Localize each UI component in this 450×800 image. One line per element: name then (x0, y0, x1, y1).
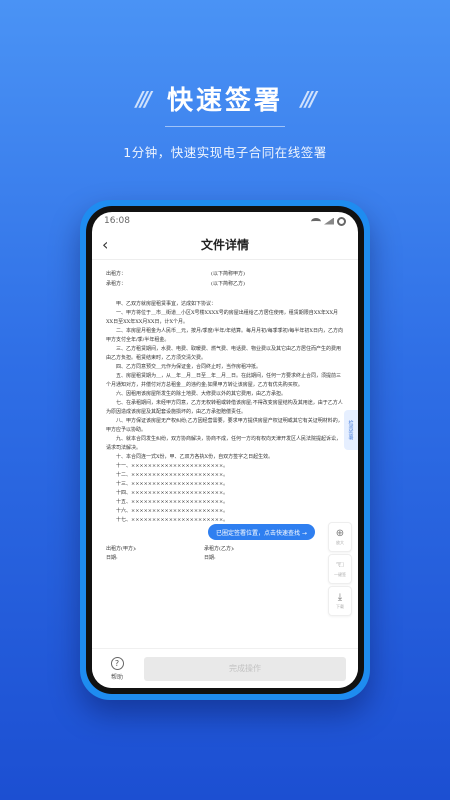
side-review-tab[interactable]: 检阅签署 (344, 410, 358, 450)
help-label: 帮助 (110, 673, 123, 681)
date-a-label: 日期: (106, 555, 118, 561)
contract-clause-line: 十三、××××××××××××××××××××××。 (116, 481, 229, 487)
status-time: 16:08 (104, 216, 130, 226)
signal-icon (324, 217, 334, 225)
status-icons (311, 216, 346, 226)
contract-paragraph: 五、房屋租赁期为＿，从＿年＿月＿日至＿年＿月＿日。在此期间，任何一方要求终止合同… (106, 373, 342, 388)
hero-divider (165, 126, 285, 127)
sign-b-label: 承租方(乙方): (204, 546, 235, 552)
party-a-row: 出租方： (以下简称甲方) (106, 270, 344, 279)
contract-clause-line: 十五、××××××××××××××××××××××。 (116, 499, 229, 505)
contract-paragraph: 甲、乙双方就房屋租赁事宜，达成如下协议： (116, 301, 217, 307)
wifi-icon (311, 217, 321, 225)
nav-bar: ‹ 文件详情 (92, 230, 358, 260)
contract-paragraphs: 甲、乙双方就房屋租赁事宜，达成如下协议： 一、甲方将位于＿市＿街道＿小区X号楼X… (106, 300, 344, 525)
download-tool-button[interactable]: ⤓ 下载 (328, 586, 352, 616)
zoom-tool-button[interactable]: ⊕ 放大 (328, 522, 352, 552)
contract-paragraph: 七、在承租期间，未经甲方同意，乙方无权转租或转借该房屋;不得改变房屋结构及其用途… (106, 400, 343, 415)
locate-signature-hint-button[interactable]: 已圈定签署位置，点击快速查找 → (208, 524, 315, 540)
date-row: 日期: 日期: (106, 554, 344, 563)
phone-bezel: 16:08 ‹ 文件详情 出租方： (以下简称甲方) 承租方： (以下简称乙方)… (86, 206, 364, 694)
hand-pointer-icon: ☜ (335, 560, 345, 571)
battery-icon (337, 216, 346, 226)
contract-paragraph: 八、甲方保证该房屋无产权纠纷;乙方因经营需要，要求甲方提供房屋产权证明或其它有关… (106, 418, 343, 433)
party-a-label: 出租方： (106, 271, 127, 277)
decorative-slashes-left: /// (136, 86, 152, 111)
contract-paragraph: 九、就本合同发生纠纷，双方协商解决，协商不成，任何一方均有权向天津开发区人民法院… (106, 436, 342, 451)
party-b-row: 承租方： (以下简称乙方) (106, 280, 344, 289)
sign-a-label: 出租方(甲方): (106, 546, 137, 552)
tool-label: 一键签 (334, 572, 346, 577)
contract-paragraph: 四、乙方同意预交＿元作为保证金，合同终止时，当作房租冲抵。 (116, 364, 262, 370)
contract-paragraph: 三、乙方租赁期间，水费、电费、取暖费、燃气费、电话费、物业费以及其它由乙方居住而… (106, 346, 342, 361)
contract-clause-line: 十一、××××××××××××××××××××××。 (116, 463, 229, 469)
decorative-slashes-right: /// (301, 86, 317, 111)
contract-clause-line: 十六、××××××××××××××××××××××。 (116, 508, 229, 514)
bottom-action-bar: ? 帮助 完成操作 (92, 648, 358, 688)
download-icon: ⤓ (337, 592, 343, 603)
tool-label: 下载 (336, 604, 344, 609)
hero-title-row: /// 快速签署 /// (0, 80, 450, 117)
party-b-label: 承租方： (106, 281, 127, 287)
page-title: 文件详情 (200, 238, 249, 252)
hero-subtitle: 1分钟，快速实现电子合同在线签署 (123, 145, 327, 160)
contract-clause-line: 十四、××××××××××××××××××××××。 (116, 490, 229, 496)
zoom-in-icon: ⊕ (335, 528, 345, 539)
contract-document: 出租方： (以下简称甲方) 承租方： (以下简称乙方) 甲、乙双方就房屋租赁事宜… (92, 260, 358, 563)
contract-paragraph: 二、本房屋月租金为人民币＿元，按月/季度/半年/年结算。每月月初/每季季初/每半… (106, 328, 343, 343)
date-b-label: 日期: (204, 555, 216, 561)
back-chevron-icon[interactable]: ‹ (102, 235, 108, 254)
quick-sign-tool-button[interactable]: ☜ 一键签 (328, 554, 352, 584)
hero-title: 快速签署 (166, 86, 283, 116)
help-button[interactable]: ? 帮助 (102, 656, 132, 681)
help-question-icon: ? (110, 656, 124, 670)
complete-action-button[interactable]: 完成操作 (144, 656, 346, 681)
status-bar: 16:08 (92, 212, 358, 230)
party-b-value: (以下简称乙方) (211, 281, 245, 287)
tool-label: 放大 (336, 540, 344, 545)
contract-clause-line: 十二、××××××××××××××××××××××。 (116, 472, 229, 478)
tool-panel: ⊕ 放大 ☜ 一键签 ⤓ 下载 (328, 522, 352, 616)
phone-frame: 16:08 ‹ 文件详情 出租方： (以下简称甲方) 承租方： (以下简称乙方)… (80, 200, 370, 700)
contract-paragraph: 六、因租用该房屋所发生的除土地费、大修费以外的其它费用，由乙方承担。 (116, 391, 287, 397)
party-a-value: (以下简称甲方) (211, 271, 245, 277)
contract-paragraph: 十、本合同连一式X份，甲、乙双方各执X份，自双方签字之日起生效。 (116, 454, 274, 460)
contract-paragraph: 一、甲方将位于＿市＿街道＿小区X号楼XXXX号的房屋出租给乙方居住使用，租赁期限… (106, 310, 339, 325)
signature-row: 出租方(甲方): 承租方(乙方): (106, 545, 344, 554)
phone-screen: 16:08 ‹ 文件详情 出租方： (以下简称甲方) 承租方： (以下简称乙方)… (92, 212, 358, 688)
